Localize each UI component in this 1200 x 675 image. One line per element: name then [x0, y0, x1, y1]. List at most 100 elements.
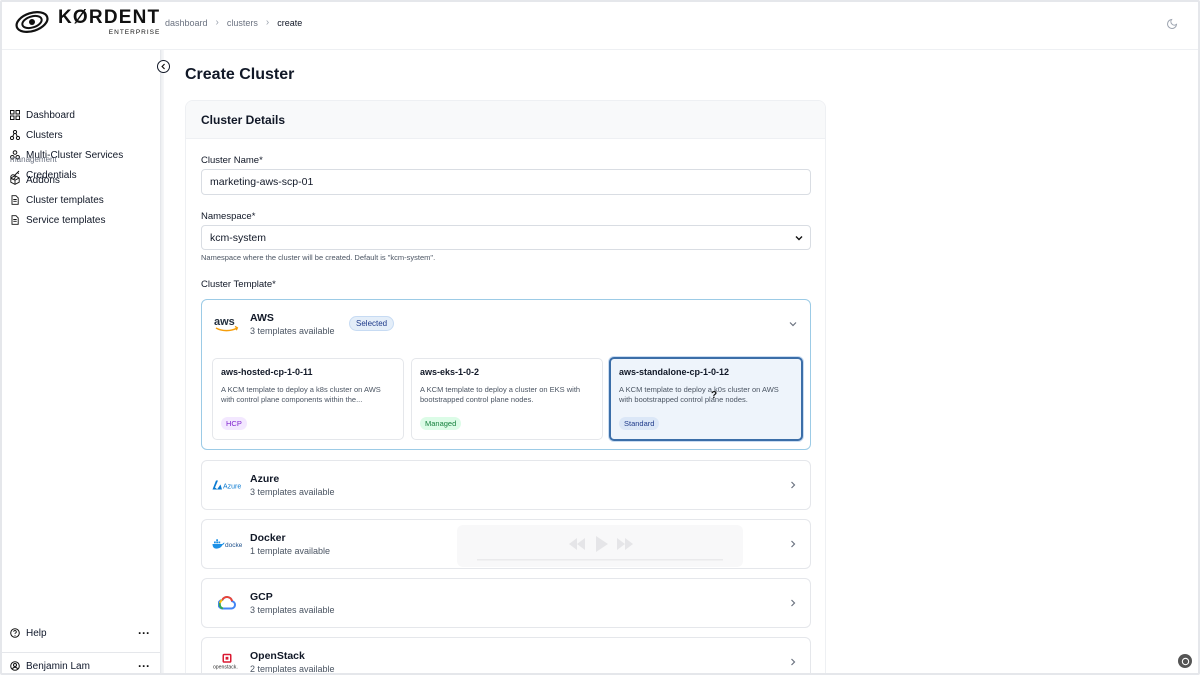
sidebar-item-addons[interactable]: Addons [0, 170, 160, 190]
svg-text:docker: docker [225, 542, 242, 549]
file-icon [11, 215, 19, 225]
page-title: Create Cluster [185, 66, 295, 83]
help-label: Help [26, 627, 47, 639]
provider-gcp-header[interactable]: GCP 3 templates available [202, 579, 810, 627]
cluster-name-label: Cluster Name* [201, 155, 263, 166]
chevron-down-icon [795, 236, 803, 241]
template-description: A KCM template to deploy a k0s cluster o… [619, 385, 779, 405]
provider-name: Azure [250, 473, 280, 485]
docker-logo-icon: docker [212, 534, 242, 554]
template-card-aws-standalone-cp[interactable]: aws-standalone-cp-1-0-12 A KCM template … [609, 357, 803, 441]
breadcrumb-create: create [277, 17, 303, 28]
sidebar-section-label: management [10, 155, 57, 164]
theme-toggle-button[interactable] [1162, 14, 1182, 34]
breadcrumb-clusters[interactable]: clusters [227, 18, 258, 28]
provider-template-count: 2 templates available [250, 664, 335, 674]
sidebar-item-label: Dashboard [26, 109, 75, 121]
sidebar-item-service-templates[interactable]: Service templates [0, 210, 160, 230]
collapse-sidebar-button[interactable] [157, 60, 170, 73]
cluster-template-label: Cluster Template* [201, 279, 276, 290]
provider-gcp[interactable]: GCP 3 templates available [201, 578, 811, 628]
chevron-right-icon [791, 658, 796, 666]
top-bar: KØRDENT ENTERPRISE dashboard › clusters … [0, 0, 1200, 50]
sidebar-item-label: Service templates [26, 214, 106, 226]
svg-text:Azure: Azure [223, 484, 241, 491]
chevron-right-icon: › [265, 17, 270, 28]
template-tag: Standard [619, 417, 660, 430]
help-circle-icon [10, 628, 20, 638]
selected-badge: Selected [349, 316, 395, 331]
more-options-icon[interactable]: ··· [138, 659, 150, 673]
template-card-aws-hosted-cp[interactable]: aws-hosted-cp-1-0-11 A KCM template to d… [212, 358, 404, 440]
more-options-icon[interactable]: ··· [138, 626, 150, 640]
sidebar-item-clusters[interactable]: Clusters [0, 125, 160, 145]
provider-template-count: 1 template available [250, 546, 331, 556]
svg-text:aws: aws [214, 316, 235, 328]
provider-name: AWS [250, 312, 274, 324]
chevron-down-icon[interactable] [788, 319, 798, 329]
openstack-logo-icon: openstack. [212, 652, 242, 672]
provider-azure[interactable]: Azure Azure 3 templates available [201, 460, 811, 510]
cluster-name-input[interactable]: marketing-aws-scp-01 [201, 169, 811, 195]
aws-logo-icon: aws [212, 314, 242, 334]
help-button[interactable]: Help ··· [0, 623, 160, 643]
namespace-help-text: Namespace where the cluster will be crea… [201, 253, 436, 262]
media-controls-overlay [457, 525, 743, 567]
sidebar: Dashboard Clusters Multi-Cluster Service… [0, 50, 164, 675]
media-controls-icon [477, 536, 723, 561]
breadcrumb: dashboard › clusters › create [165, 17, 302, 28]
gcp-logo-icon [212, 593, 242, 613]
template-description: A KCM template to deploy a k8s cluster o… [221, 385, 381, 405]
box-icon [10, 175, 20, 185]
provider-name: GCP [250, 591, 273, 603]
cluster-details-card: Cluster Details Cluster Name* marketing-… [185, 100, 826, 675]
brand-edition: ENTERPRISE [108, 29, 161, 36]
kordent-logo[interactable]: KØRDENT ENTERPRISE [14, 8, 160, 37]
user-name: Benjamin Lam [26, 660, 90, 672]
sidebar-item-label: Addons [26, 174, 60, 186]
sidebar-item-dashboard[interactable]: Dashboard [0, 105, 160, 125]
template-description: A KCM template to deploy a cluster on EK… [420, 385, 581, 405]
network-icon [10, 130, 20, 140]
provider-aws: aws AWS 3 templates available Selected a… [201, 299, 811, 450]
sidebar-help: Help ··· [0, 623, 160, 643]
provider-openstack-header[interactable]: openstack. OpenStack 2 templates availab… [202, 638, 810, 675]
svg-text:openstack.: openstack. [213, 665, 238, 671]
chat-icon [1181, 657, 1189, 665]
brand-name: KØRDENT [58, 7, 161, 28]
card-title: Cluster Details [186, 101, 825, 139]
sidebar-item-cluster-templates[interactable]: Cluster templates [0, 190, 160, 210]
user-menu-button[interactable]: Benjamin Lam ··· [0, 656, 160, 675]
template-title: aws-standalone-cp-1-0-12 [619, 367, 730, 377]
mouse-cursor-icon: ? [711, 390, 718, 401]
moon-icon [1167, 18, 1178, 29]
chevron-right-icon [791, 481, 796, 489]
namespace-label: Namespace* [201, 211, 256, 222]
chevron-right-icon: › [215, 17, 219, 28]
namespace-value: kcm-system [210, 231, 266, 244]
file-icon [11, 195, 19, 205]
chevron-right-icon [791, 540, 796, 548]
template-tag: Managed [420, 417, 462, 430]
sidebar-item-label: Clusters [26, 129, 63, 141]
chat-widget-button[interactable] [1178, 654, 1192, 668]
template-card-aws-eks[interactable]: aws-eks-1-0-2 A KCM template to deploy a… [411, 358, 603, 440]
chevron-left-icon [161, 63, 165, 70]
chevron-right-icon [791, 599, 796, 607]
provider-azure-header[interactable]: Azure Azure 3 templates available [202, 461, 810, 509]
provider-aws-header[interactable]: aws AWS 3 templates available Selected [202, 300, 810, 348]
sidebar-management-nav: Addons Cluster templates Service templat… [0, 170, 160, 230]
provider-name: Docker [250, 532, 286, 544]
provider-template-count: 3 templates available [250, 605, 335, 615]
breadcrumb-dashboard[interactable]: dashboard [165, 18, 208, 28]
template-tag: HCP [221, 417, 247, 430]
provider-openstack[interactable]: openstack. OpenStack 2 templates availab… [201, 637, 811, 675]
azure-logo-icon: Azure [212, 475, 242, 495]
template-title: aws-hosted-cp-1-0-11 [221, 367, 313, 377]
sidebar-item-label: Cluster templates [26, 194, 104, 206]
cluster-name-value: marketing-aws-scp-01 [210, 176, 314, 188]
namespace-select[interactable]: kcm-system [201, 225, 811, 250]
template-title: aws-eks-1-0-2 [420, 367, 480, 377]
sidebar-user: Benjamin Lam ··· [0, 652, 160, 675]
grid-icon [10, 110, 20, 120]
